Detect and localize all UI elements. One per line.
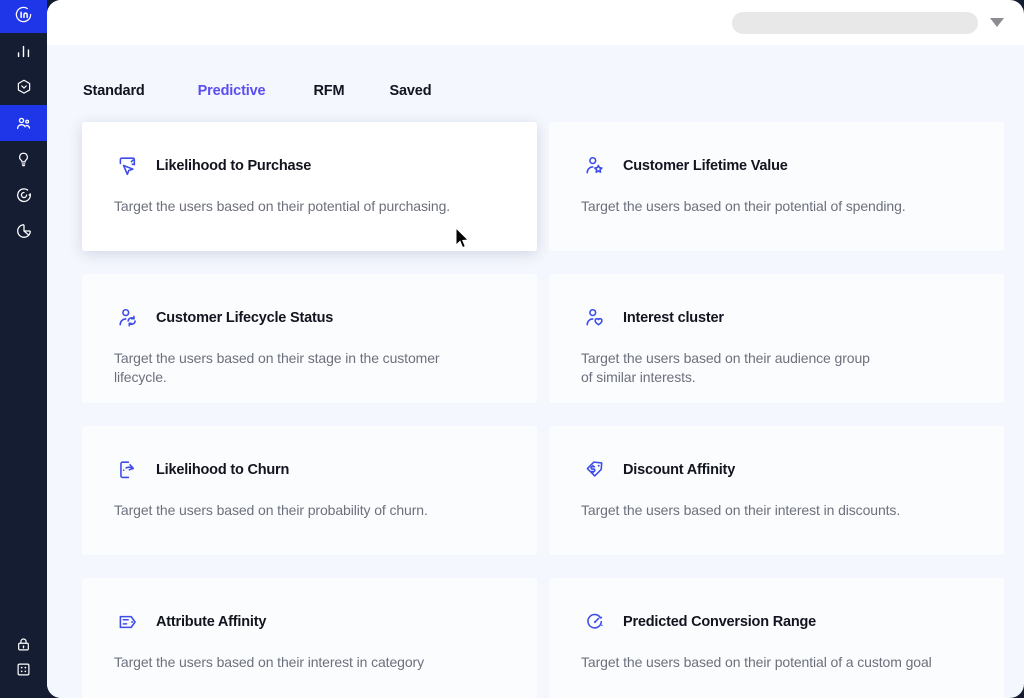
pie-chart-icon: [15, 222, 33, 240]
card-title: Discount Affinity: [623, 462, 735, 478]
tab-rfm[interactable]: RFM: [313, 83, 344, 99]
grid-apps-icon: [15, 661, 32, 678]
exit-arrow-icon: [114, 456, 142, 484]
card-header: Discount Affinity: [581, 456, 974, 484]
tab-bar: Standard Predictive RFM Saved: [47, 45, 1024, 99]
users-group-icon: [14, 114, 33, 133]
card-header: Customer Lifecycle Status: [114, 304, 507, 332]
tab-predictive[interactable]: Predictive: [198, 83, 266, 99]
card-customer-lifetime-value[interactable]: Customer Lifetime Value Target the users…: [549, 122, 1004, 251]
person-heart-icon: [581, 304, 609, 332]
gauge-dial-icon: [581, 608, 609, 636]
topbar: [47, 0, 1024, 45]
card-description: Target the users based on their probabil…: [114, 501, 507, 520]
sidebar-item-journeys[interactable]: [0, 177, 47, 213]
card-likelihood-to-churn[interactable]: Likelihood to Churn Target the users bas…: [82, 426, 537, 555]
hexagon-check-icon: [15, 78, 33, 96]
card-description: Target the users based on their interest…: [581, 501, 974, 520]
lock-icon: [15, 636, 32, 653]
app-root: Standard Predictive RFM Saved: [0, 0, 1024, 698]
card-title: Customer Lifecycle Status: [156, 310, 333, 326]
person-refresh-icon: [114, 304, 142, 332]
card-attribute-affinity[interactable]: Attribute Affinity Target the users base…: [82, 578, 537, 698]
card-title: Likelihood to Churn: [156, 462, 289, 478]
in-logo-icon: [14, 5, 33, 29]
target-circle-icon: [15, 186, 33, 204]
bar-chart-icon: [15, 43, 32, 60]
sidebar-item-reports[interactable]: [0, 213, 47, 249]
sidebar-item-audiences[interactable]: [0, 105, 47, 141]
tab-standard[interactable]: Standard: [83, 83, 145, 99]
card-description: Target the users based on their potentia…: [114, 197, 507, 216]
card-predicted-conversion-range[interactable]: Predicted Conversion Range Target the us…: [549, 578, 1004, 698]
card-header: Customer Lifetime Value: [581, 152, 974, 180]
card-description: Target the users based on their stage in…: [114, 349, 507, 387]
card-title: Customer Lifetime Value: [623, 158, 788, 174]
tab-saved[interactable]: Saved: [389, 83, 431, 99]
card-header: Predicted Conversion Range: [581, 608, 974, 636]
chevron-down-icon[interactable]: [990, 18, 1004, 27]
card-title: Likelihood to Purchase: [156, 158, 311, 174]
segment-card-grid: Likelihood to Purchase Target the users …: [82, 122, 1004, 698]
main-shell: Standard Predictive RFM Saved: [47, 0, 1024, 698]
content-area: Standard Predictive RFM Saved: [47, 45, 1024, 698]
shell-corner-bottom-right: [1008, 682, 1024, 698]
card-customer-lifecycle-status[interactable]: Customer Lifecycle Status Target the use…: [82, 274, 537, 403]
sidebar-item-analytics[interactable]: [0, 33, 47, 69]
card-header: Likelihood to Purchase: [114, 152, 507, 180]
card-description: Target the users based on their audience…: [581, 349, 974, 387]
sidebar: [0, 0, 47, 698]
sidebar-item-insights[interactable]: [0, 141, 47, 177]
card-description: Target the users based on their interest…: [114, 653, 507, 672]
card-header: Likelihood to Churn: [114, 456, 507, 484]
sidebar-spacer: [0, 249, 47, 626]
card-header: Interest cluster: [581, 304, 974, 332]
sidebar-item-campaigns[interactable]: [0, 69, 47, 105]
card-header: Attribute Affinity: [114, 608, 507, 636]
card-interest-cluster[interactable]: Interest cluster Target the users based …: [549, 274, 1004, 403]
card-title: Interest cluster: [623, 310, 724, 326]
sidebar-item-apps[interactable]: [0, 662, 47, 698]
card-likelihood-to-purchase[interactable]: Likelihood to Purchase Target the users …: [82, 122, 537, 251]
sidebar-logo[interactable]: [0, 0, 47, 33]
card-title: Predicted Conversion Range: [623, 614, 816, 630]
lightbulb-icon: [15, 151, 32, 168]
sidebar-item-security[interactable]: [0, 626, 47, 662]
card-description: Target the users based on their potentia…: [581, 653, 974, 672]
person-star-icon: [581, 152, 609, 180]
tag-list-icon: [114, 608, 142, 636]
card-description: Target the users based on their potentia…: [581, 197, 974, 216]
price-tag-dollar-icon: [581, 456, 609, 484]
card-title: Attribute Affinity: [156, 614, 266, 630]
search-input[interactable]: [732, 12, 978, 34]
cursor-screen-icon: [114, 152, 142, 180]
card-discount-affinity[interactable]: Discount Affinity Target the users based…: [549, 426, 1004, 555]
